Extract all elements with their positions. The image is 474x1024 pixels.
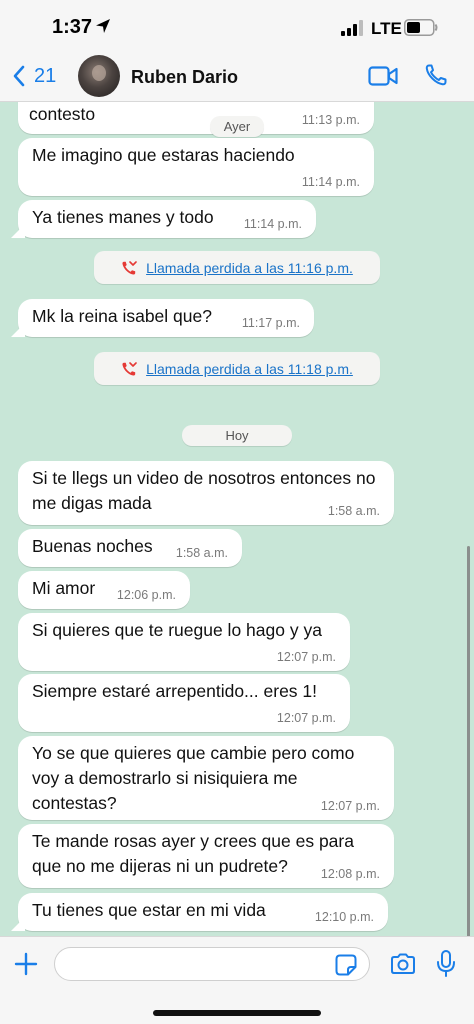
chat-messages[interactable]: contesto 11:13 p.m. Ayer Me imagino que … <box>0 102 474 936</box>
missed-call-notice[interactable]: Llamada perdida a las 11:18 p.m. <box>94 352 380 385</box>
contact-avatar[interactable] <box>78 55 120 97</box>
message-time: 11:13 p.m. <box>301 113 360 127</box>
message-text: contesto <box>29 104 96 124</box>
message-time: 12:07 p.m. <box>276 650 336 664</box>
back-button[interactable]: 21 <box>12 62 56 90</box>
missed-call-link[interactable]: Llamada perdida a las 11:18 p.m. <box>146 361 353 377</box>
message-bubble[interactable]: Si te llegs un video de nosotros entonce… <box>18 461 394 525</box>
scrollbar[interactable] <box>467 546 470 936</box>
message-bubble[interactable]: Buenas noches 1:58 a.m. <box>18 529 242 567</box>
message-bubble[interactable]: Me imagino que estaras haciendo 11:14 p.… <box>18 138 374 196</box>
plus-icon[interactable] <box>14 952 38 976</box>
home-indicator <box>153 1010 321 1016</box>
video-call-icon[interactable] <box>368 65 398 87</box>
message-time: 12:08 p.m. <box>320 867 380 881</box>
message-time: 12:07 p.m. <box>276 711 336 725</box>
message-bubble[interactable]: Yo se que quieres que cambie pero como v… <box>18 736 394 820</box>
message-time: 12:10 p.m. <box>314 910 374 924</box>
message-text: Me imagino que estaras haciendo <box>32 145 295 165</box>
message-time: 11:14 p.m. <box>301 175 360 189</box>
message-bubble[interactable]: Si quieres que te ruegue lo hago y ya 12… <box>18 613 350 671</box>
missed-call-icon <box>122 260 137 275</box>
message-time: 1:58 a.m. <box>327 504 380 518</box>
location-arrow-icon <box>96 19 110 33</box>
message-time: 11:17 p.m. <box>241 316 300 330</box>
message-text: Si quieres que te ruegue lo hago y ya <box>32 620 322 640</box>
date-label-hoy: Hoy <box>182 425 292 446</box>
message-bubble[interactable]: contesto 11:13 p.m. <box>18 102 374 134</box>
missed-call-icon <box>122 361 137 376</box>
message-time: 11:14 p.m. <box>243 217 302 231</box>
contact-name[interactable]: Ruben Dario <box>131 67 238 88</box>
signal-icon <box>341 20 363 36</box>
missed-call-notice[interactable]: Llamada perdida a las 11:16 p.m. <box>94 251 380 284</box>
status-time: 1:37 <box>52 16 93 38</box>
missed-call-link[interactable]: Llamada perdida a las 11:16 p.m. <box>146 260 353 276</box>
message-time: 1:58 a.m. <box>175 546 228 560</box>
status-bar: 1:37 LTE <box>0 0 474 50</box>
message-bubble[interactable]: Mk la reina isabel que? 11:17 p.m. <box>18 299 314 337</box>
chat-header: 21 Ruben Dario <box>0 50 474 102</box>
chevron-left-icon <box>13 65 25 87</box>
message-time: 12:06 p.m. <box>116 588 176 602</box>
microphone-icon[interactable] <box>435 949 457 979</box>
phone-icon[interactable] <box>424 63 448 87</box>
message-text: Siempre estaré arrepentido... eres 1! <box>32 681 318 701</box>
date-label-ayer: Ayer <box>210 116 264 137</box>
battery-icon <box>404 19 438 36</box>
message-input[interactable] <box>54 947 370 981</box>
camera-icon[interactable] <box>389 952 417 976</box>
network-type: LTE <box>371 19 402 38</box>
message-bubble[interactable]: Mi amor 12:06 p.m. <box>18 571 190 609</box>
message-bubble[interactable]: Siempre estaré arrepentido... eres 1! 12… <box>18 674 350 732</box>
message-time: 12:07 p.m. <box>320 799 380 813</box>
composer <box>0 936 474 1024</box>
message-bubble[interactable]: Tu tienes que estar en mi vida 12:10 p.m… <box>18 893 388 931</box>
sticker-icon[interactable] <box>334 953 358 977</box>
unread-count: 21 <box>34 64 57 87</box>
message-bubble[interactable]: Te mande rosas ayer y crees que es para … <box>18 824 394 888</box>
message-bubble[interactable]: Ya tienes manes y todo 11:14 p.m. <box>18 200 316 238</box>
